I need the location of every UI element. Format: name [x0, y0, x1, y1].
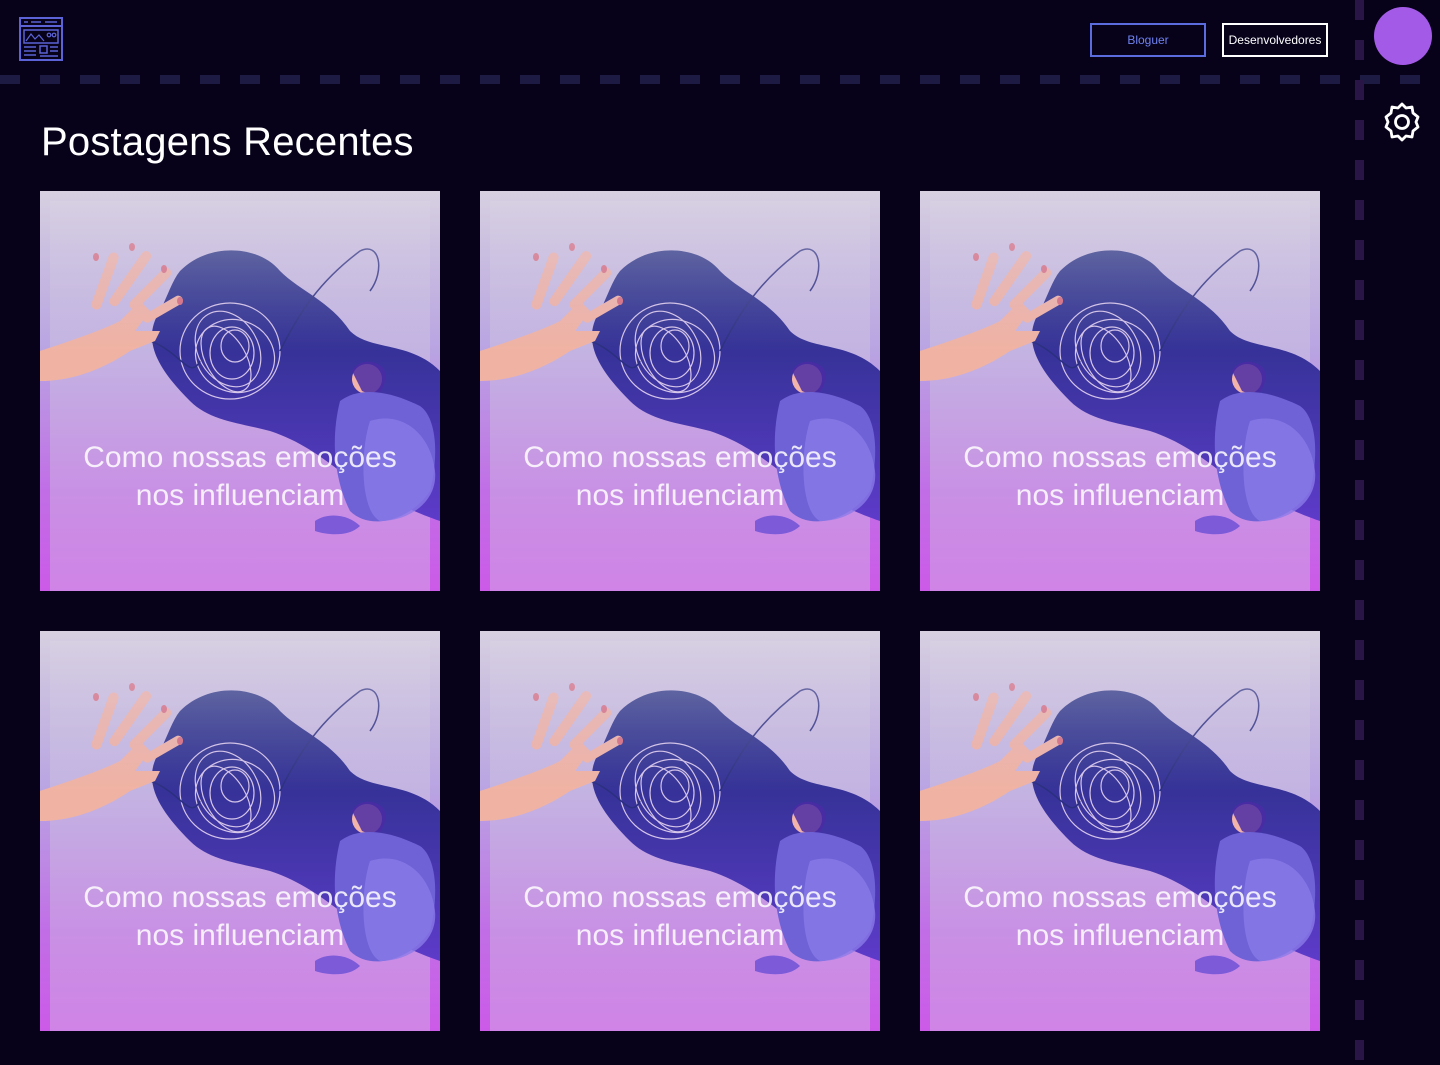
post-title-line: Como nossas emoções: [83, 441, 397, 474]
post-card[interactable]: Como nossas emoções nos influenciam: [40, 191, 440, 591]
post-title-line: Como nossas emoções: [963, 881, 1277, 914]
post-title[interactable]: Como nossas emoções nos influenciam: [480, 879, 880, 955]
desenvolvedores-button[interactable]: Desenvolvedores: [1222, 23, 1328, 57]
post-card[interactable]: Como nossas emoções nos influenciam: [480, 191, 880, 591]
post-card[interactable]: Como nossas emoções nos influenciam: [920, 191, 1320, 591]
gear-icon[interactable]: [1381, 101, 1423, 143]
post-illustration: [40, 191, 440, 591]
post-illustration: [40, 631, 440, 1031]
sidebar-divider: [1355, 0, 1364, 1065]
post-illustration: [920, 631, 1320, 1031]
post-card[interactable]: Como nossas emoções nos influenciam: [40, 631, 440, 1031]
post-illustration: [480, 631, 880, 1031]
post-title-line: nos influenciam: [1015, 479, 1225, 512]
post-title[interactable]: Como nossas emoções nos influenciam: [920, 879, 1320, 955]
post-illustration: [920, 191, 1320, 591]
post-title-line: Como nossas emoções: [963, 441, 1277, 474]
post-title-line: nos influenciam: [135, 479, 345, 512]
website-layout-icon[interactable]: [19, 17, 63, 61]
post-title[interactable]: Como nossas emoções nos influenciam: [480, 439, 880, 515]
post-title-line: nos influenciam: [135, 919, 345, 952]
bloguer-button[interactable]: Bloguer: [1090, 23, 1206, 57]
post-title-line: Como nossas emoções: [523, 881, 837, 914]
post-card[interactable]: Como nossas emoções nos influenciam: [480, 631, 880, 1031]
post-illustration: [480, 191, 880, 591]
post-title[interactable]: Como nossas emoções nos influenciam: [40, 879, 440, 955]
header-divider: [0, 75, 1440, 84]
post-title[interactable]: Como nossas emoções nos influenciam: [40, 439, 440, 515]
post-title-line: nos influenciam: [575, 479, 785, 512]
page-title: Postagens Recentes: [41, 120, 414, 164]
post-title[interactable]: Como nossas emoções nos influenciam: [920, 439, 1320, 515]
post-title-line: Como nossas emoções: [83, 881, 397, 914]
post-title-line: nos influenciam: [1015, 919, 1225, 952]
post-card[interactable]: Como nossas emoções nos influenciam: [920, 631, 1320, 1031]
post-title-line: Como nossas emoções: [523, 441, 837, 474]
avatar[interactable]: [1374, 7, 1432, 65]
post-title-line: nos influenciam: [575, 919, 785, 952]
